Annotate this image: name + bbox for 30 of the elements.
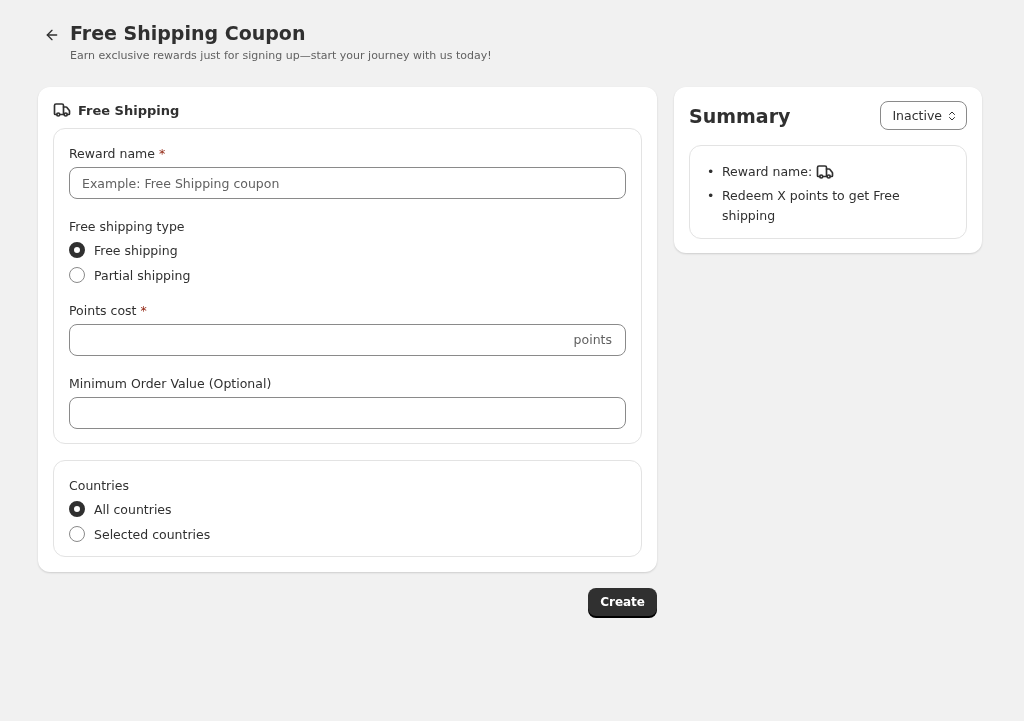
radio-label: Free shipping: [94, 242, 178, 258]
field-label: Minimum Order Value (Optional): [69, 376, 273, 391]
radio-button[interactable]: [69, 501, 85, 517]
input-field[interactable]: [69, 324, 626, 356]
field-label: Free shipping type: [69, 219, 186, 234]
radio-label: Partial shipping: [94, 267, 191, 283]
card-title: Free Shipping: [78, 102, 180, 118]
bullet: •: [707, 187, 713, 205]
truck-icon: [53, 101, 71, 119]
summary-text: Redeem X points to get Free shipping: [722, 187, 901, 225]
create-button[interactable]: Create: [588, 588, 657, 616]
radio-button[interactable]: [69, 242, 85, 258]
input-field[interactable]: [69, 397, 626, 429]
field-label: Points cost *: [69, 303, 148, 318]
field-label: Countries: [69, 478, 130, 493]
page-subtitle: Earn exclusive rewards just for signing up—start your journey with us today!: [70, 49, 492, 62]
page-title: Free Shipping Coupon: [70, 22, 307, 44]
radio-button[interactable]: [69, 526, 85, 542]
truck-icon: [816, 163, 835, 181]
input-field[interactable]: Example: Free Shipping coupon: [69, 167, 626, 199]
summary-text: Reward name:: [722, 163, 813, 181]
radio-label: Selected countries: [94, 526, 211, 542]
status-select[interactable]: Inactive: [880, 101, 967, 130]
bullet: •: [707, 163, 713, 181]
field-label: Reward name *: [69, 146, 167, 161]
chevrons-icon: [946, 109, 958, 122]
radio-button[interactable]: [69, 267, 85, 283]
input-suffix: points: [573, 332, 612, 347]
summary-title: Summary: [689, 104, 791, 127]
radio-label: All countries: [94, 501, 172, 517]
